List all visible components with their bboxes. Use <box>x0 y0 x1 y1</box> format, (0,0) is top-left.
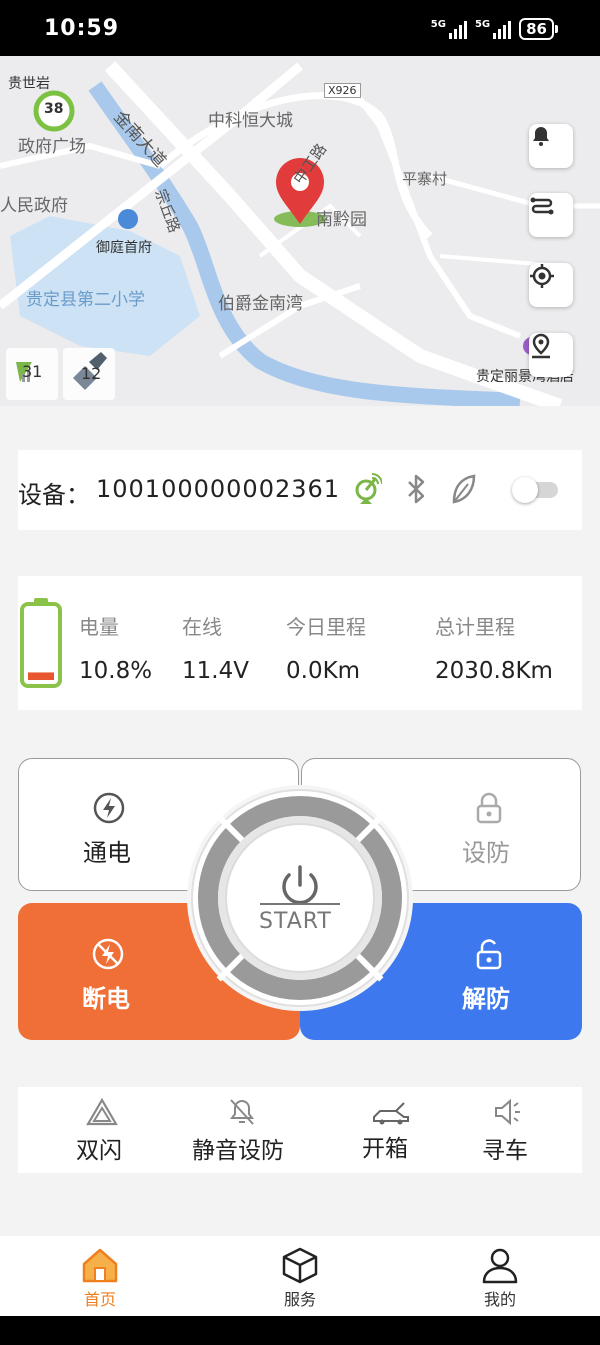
car-trunk-icon <box>373 1102 409 1125</box>
signal-5g-icon: 5G <box>431 19 467 39</box>
status-indicators: 5G 5G 86 <box>431 18 558 40</box>
map-label-guishiyan: 贵世岩 <box>8 76 50 92</box>
online-value: 11.4V <box>182 658 249 684</box>
battery-value: 10.8% <box>79 658 153 684</box>
power-on-label: 通电 <box>83 839 131 867</box>
find-car-button[interactable]: 寻车 <box>478 1087 548 1173</box>
map-label-yuting: 御庭首府 <box>96 240 152 256</box>
speaker-icon <box>495 1098 520 1126</box>
double-flash-button[interactable]: 双闪 <box>70 1087 136 1173</box>
nav-service[interactable]: 服务 <box>260 1236 340 1316</box>
bell-off-icon <box>230 1099 254 1125</box>
lightning-off-icon <box>92 938 124 970</box>
map-label-renmin-zhengfu: 人民政府 <box>0 196 68 216</box>
alarm-button[interactable] <box>529 124 573 168</box>
track-button[interactable] <box>529 193 573 237</box>
gps-satellite-indicator: 12 <box>63 348 115 400</box>
nav-home[interactable]: 首页 <box>60 1236 140 1316</box>
box-icon <box>282 1247 318 1284</box>
user-icon <box>482 1248 518 1284</box>
start-button[interactable]: START <box>185 783 415 1013</box>
start-dial <box>187 785 413 1011</box>
status-time: 10:59 <box>44 16 120 41</box>
locate-icon <box>530 264 554 288</box>
route-icon <box>530 197 554 215</box>
stats-card: 电量 10.8% 在线 11.4V 今日里程 0.0Km 总计里程 2030.8… <box>18 576 582 710</box>
gps-signal-icon <box>355 473 382 504</box>
silent-arm-label: 静音设防 <box>192 1138 284 1164</box>
silent-arm-button[interactable]: 静音设防 <box>188 1087 300 1173</box>
map-label-bojue: 伯爵金南湾 <box>218 294 303 314</box>
eco-leaf-icon <box>452 474 476 504</box>
battery-status-icon: 86 <box>519 18 558 40</box>
today-mileage-label: 今日里程 <box>286 615 366 639</box>
map-label-pingzhai: 平寨村 <box>402 170 448 188</box>
online-label: 在线 <box>182 615 222 639</box>
bluetooth-icon <box>408 474 425 504</box>
map-label-nanqian-yuan: 南黔园 <box>316 210 367 230</box>
open-trunk-label: 开箱 <box>362 1136 408 1162</box>
device-id: 100100000002361 <box>96 475 341 503</box>
gsm-signal-indicator: 31 <box>6 348 58 400</box>
double-flash-label: 双闪 <box>76 1138 122 1164</box>
hazard-triangle-icon <box>86 1097 118 1126</box>
start-label: START <box>259 909 332 934</box>
map-road-code: X926 <box>324 83 361 98</box>
map-pin-icon <box>532 333 550 359</box>
total-mileage-value: 2030.8Km <box>435 658 553 684</box>
quick-actions: 双闪 静音设防 开箱 寻车 <box>18 1087 582 1173</box>
status-bar: 10:59 5G 5G 86 <box>0 0 600 56</box>
map-route-number: 38 <box>44 101 64 117</box>
signal-5g-icon-2: 5G <box>474 19 512 39</box>
nav-home-label: 首页 <box>83 1290 116 1309</box>
battery-percent: 86 <box>519 18 554 40</box>
locate-button[interactable] <box>529 263 573 307</box>
lightning-circle-icon <box>93 792 125 824</box>
device-card: 设备： 100100000002361 <box>18 450 582 530</box>
car-location-button[interactable] <box>529 333 573 377</box>
gsm-value: 31 <box>22 362 43 381</box>
find-car-label: 寻车 <box>482 1138 528 1164</box>
bottom-nav: 首页 服务 我的 <box>0 1236 600 1316</box>
bell-icon <box>533 127 549 146</box>
gps-value: 12 <box>81 364 102 383</box>
device-label: 设备： <box>18 481 90 509</box>
battery-fill <box>28 672 54 680</box>
home-icon <box>82 1248 118 1283</box>
signal-label-2: 5G <box>474 19 491 30</box>
today-mileage-value: 0.0Km <box>286 658 361 684</box>
battery-label: 电量 <box>79 615 119 639</box>
nav-mine[interactable]: 我的 <box>460 1236 540 1316</box>
map-label-zhongke: 中科恒大城 <box>208 111 293 131</box>
device-toggle[interactable] <box>512 477 560 503</box>
battery-level-icon <box>20 598 62 688</box>
power-off-label: 断电 <box>82 985 130 1013</box>
open-trunk-button[interactable]: 开箱 <box>358 1087 428 1173</box>
map-label-school: 贵定县第二小学 <box>26 290 145 310</box>
signal-label: 5G <box>430 19 446 30</box>
unlock-icon <box>476 939 502 970</box>
map-view[interactable]: 贵世岩 38 政府广场 人民政府 金南大道 中科恒大城 中工路 南黔园 平寨村 … <box>0 56 600 406</box>
nav-service-label: 服务 <box>283 1290 316 1309</box>
map-label-zhengfu-guangchang: 政府广场 <box>18 137 86 157</box>
total-mileage-label: 总计里程 <box>435 615 515 639</box>
lock-icon <box>476 792 502 824</box>
disarm-label: 解防 <box>462 985 510 1013</box>
system-nav-bar <box>0 1316 600 1345</box>
arm-label: 设防 <box>462 839 510 867</box>
nav-mine-label: 我的 <box>483 1290 516 1309</box>
